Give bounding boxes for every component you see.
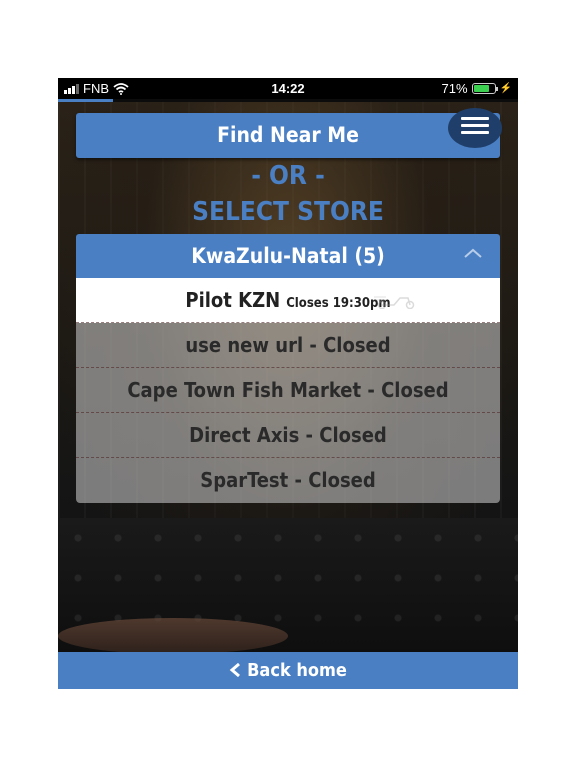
region-label: KwaZulu-Natal (5)	[191, 244, 385, 268]
menu-button[interactable]	[448, 108, 502, 148]
region-header-kwazulu-natal[interactable]: KwaZulu-Natal (5)	[76, 234, 500, 278]
store-item-pilot-kzn[interactable]: Pilot KZN Closes 19:30pm	[76, 278, 500, 323]
select-store-heading: SELECT STORE	[192, 197, 384, 227]
store-item-direct-axis[interactable]: Direct Axis - Closed	[76, 413, 500, 458]
store-item-spartest[interactable]: SparTest - Closed	[76, 458, 500, 503]
battery-icon	[471, 83, 498, 94]
back-home-label: Back home	[247, 660, 347, 681]
status-bar: FNB 14:22 71% ⚡	[58, 78, 518, 99]
app-screen: FNB 14:22 71% ⚡ Find Near Me - OR - SELE…	[58, 78, 518, 689]
or-divider: - OR -	[251, 161, 325, 191]
delivery-scooter-icon	[374, 296, 415, 309]
back-home-button[interactable]: Back home	[58, 652, 518, 689]
chevron-left-icon	[229, 662, 241, 678]
store-item-cape-town-fish-market[interactable]: Cape Town Fish Market - Closed	[76, 368, 500, 413]
store-name: Pilot KZN	[185, 288, 281, 312]
store-list: Pilot KZN Closes 19:30pm use new url - Cl…	[76, 278, 500, 503]
battery-percent: 71%	[441, 81, 468, 96]
chevron-up-icon	[464, 248, 482, 258]
background-table	[58, 618, 288, 654]
charging-icon: ⚡	[499, 83, 512, 94]
store-item-use-new-url[interactable]: use new url - Closed	[76, 323, 500, 368]
find-near-me-button[interactable]: Find Near Me	[76, 113, 500, 158]
status-right: 71% ⚡	[442, 81, 512, 96]
